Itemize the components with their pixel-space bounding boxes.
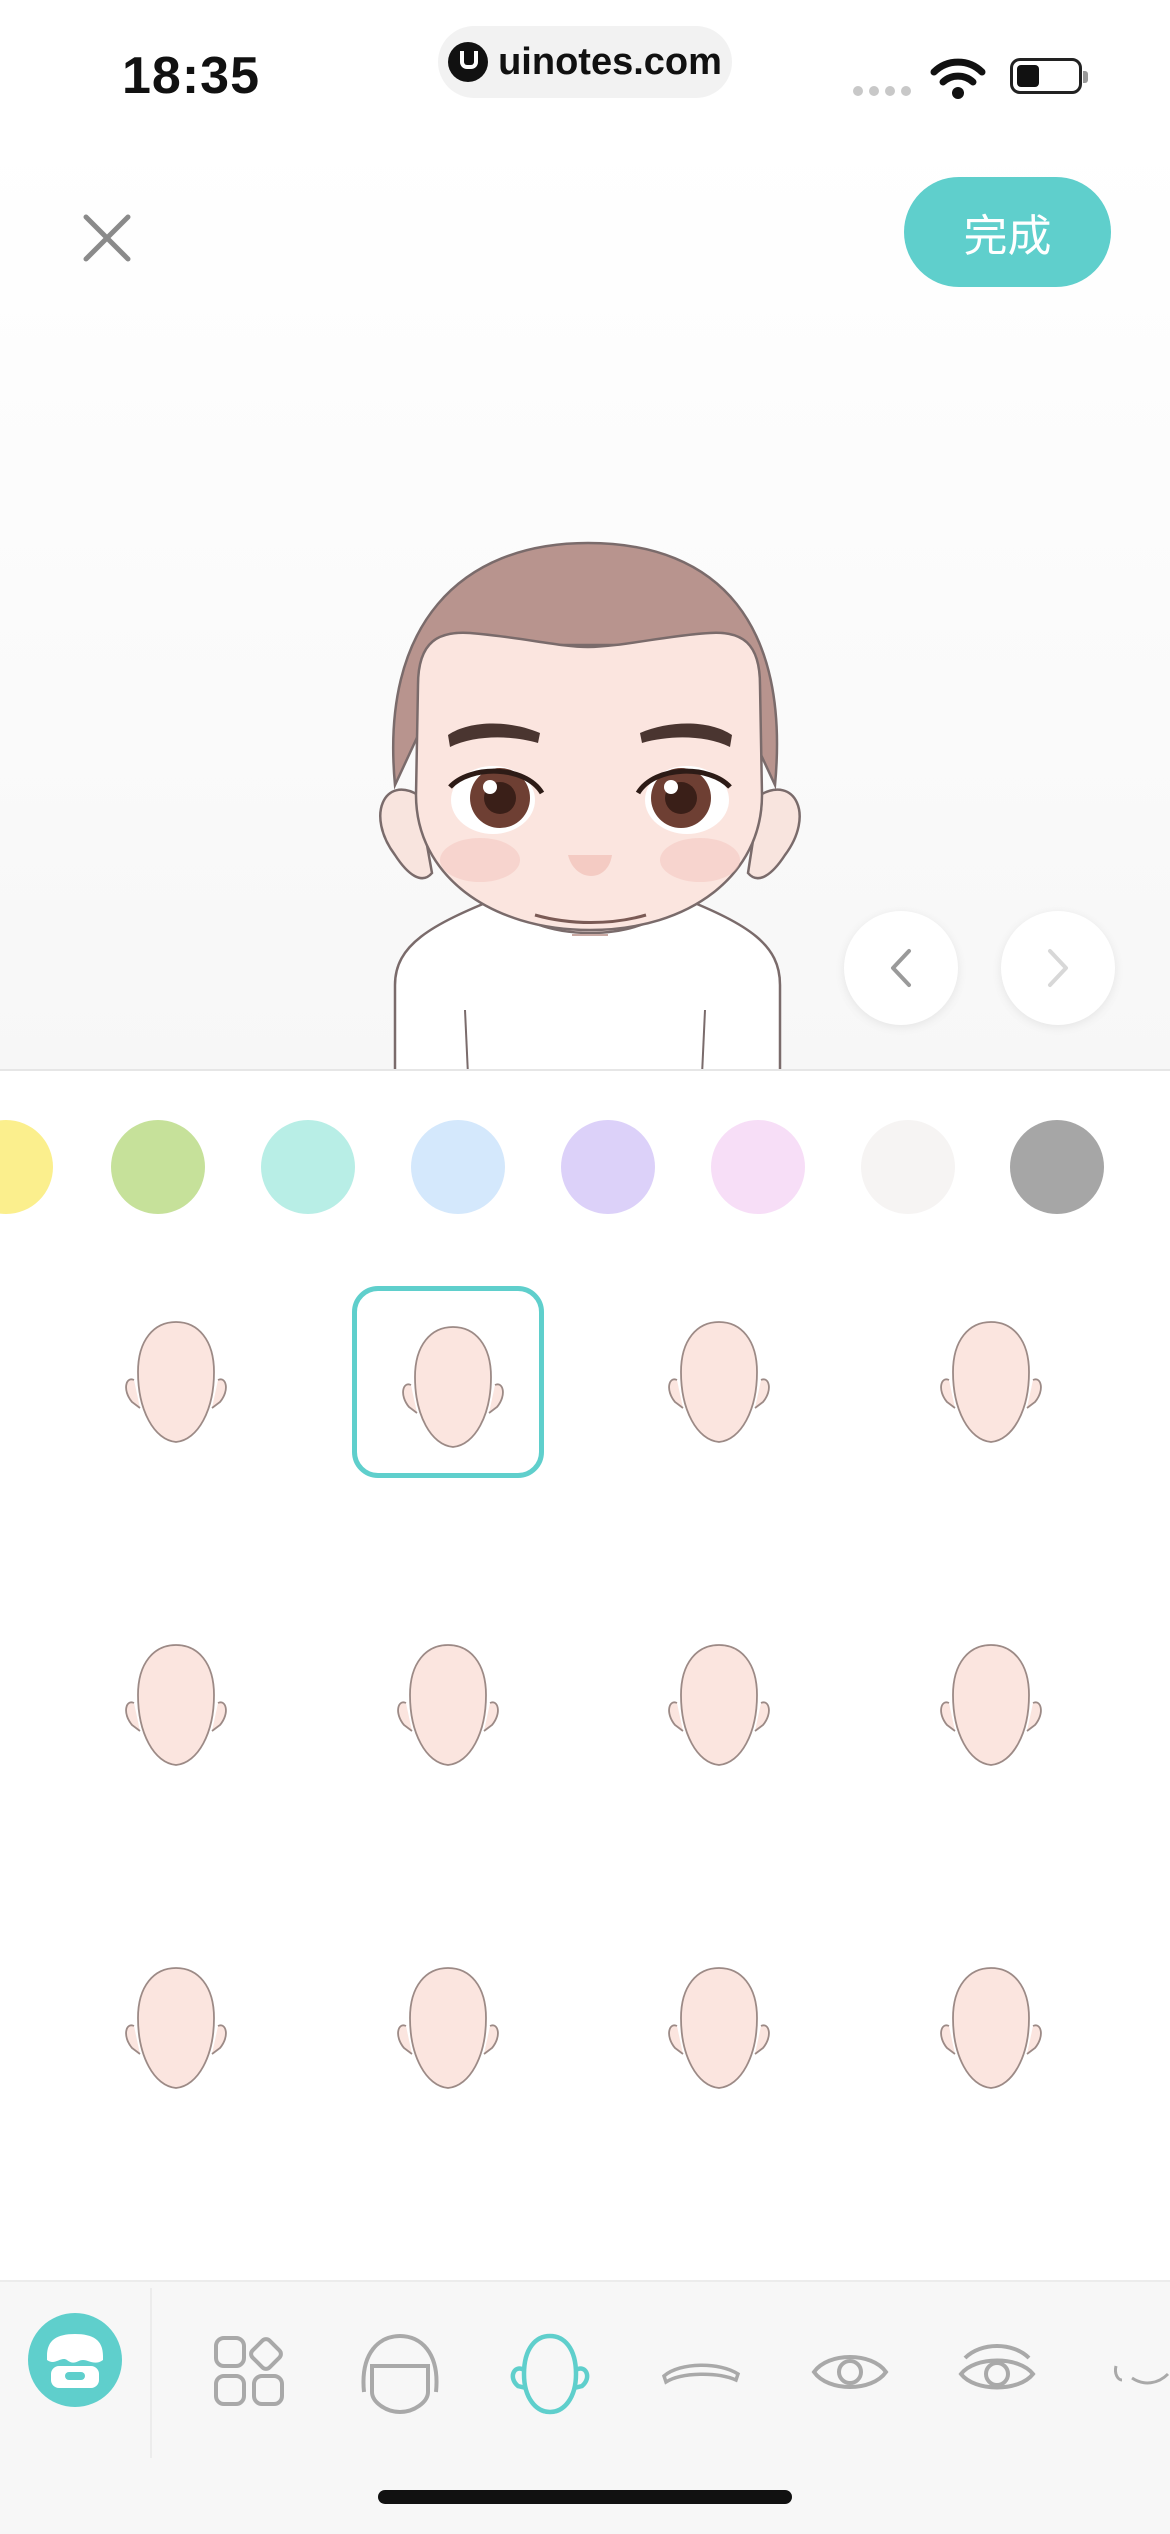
done-button[interactable]: 完成	[904, 177, 1111, 287]
face-shape-option[interactable]	[623, 1609, 815, 1801]
status-bar: 18:35 uinotes.com	[0, 0, 1170, 135]
url-text: uinotes.com	[498, 40, 722, 83]
face-shape-option[interactable]	[80, 1932, 272, 2124]
close-icon[interactable]	[72, 203, 142, 273]
avatar-store-icon[interactable]	[25, 2310, 125, 2410]
face-shape-option[interactable]	[80, 1286, 272, 1478]
color-swatch[interactable]	[711, 1120, 805, 1214]
face-shape-option[interactable]	[623, 1932, 815, 2124]
face-shape-option[interactable]	[352, 1609, 544, 1801]
face-shape-option[interactable]	[80, 1609, 272, 1801]
face-shape-icon[interactable]	[500, 2322, 600, 2422]
divider	[0, 1069, 1170, 1071]
face-shape-option-icon	[125, 1644, 227, 1766]
face-shape-option-icon	[668, 1967, 770, 2089]
home-indicator	[378, 2490, 792, 2504]
face-shape-option[interactable]	[895, 1609, 1087, 1801]
eye-detail-icon[interactable]	[947, 2322, 1047, 2422]
url-pill[interactable]: uinotes.com	[438, 26, 732, 98]
color-swatch[interactable]	[1010, 1120, 1104, 1214]
status-time: 18:35	[122, 47, 260, 105]
face-shape-option-icon	[940, 1967, 1042, 2089]
face-shape-option[interactable]	[623, 1286, 815, 1478]
chevron-right-icon	[1048, 949, 1068, 987]
avatar-preview: 完成	[0, 135, 1170, 1070]
face-shape-option[interactable]	[352, 1932, 544, 2124]
face-shape-option-icon	[402, 1326, 504, 1448]
face-shape-option[interactable]	[352, 1286, 544, 1478]
face-shape-option-icon	[940, 1644, 1042, 1766]
face-shape-option[interactable]	[895, 1286, 1087, 1478]
chevron-left-icon	[891, 949, 911, 987]
face-shape-option-icon	[397, 1644, 499, 1766]
hair-icon[interactable]	[350, 2322, 450, 2422]
face-shape-option-icon	[940, 1321, 1042, 1443]
cellular-signal-icon	[853, 86, 911, 96]
site-logo-icon	[448, 42, 489, 82]
color-swatch[interactable]	[261, 1120, 355, 1214]
face-shape-option-icon	[125, 1967, 227, 2089]
face-shape-option-icon	[668, 1644, 770, 1766]
next-button[interactable]	[1001, 911, 1115, 1025]
color-swatch[interactable]	[411, 1120, 505, 1214]
color-swatch[interactable]	[861, 1120, 955, 1214]
color-swatch[interactable]	[111, 1120, 205, 1214]
eyebrow-icon[interactable]	[650, 2322, 750, 2422]
face-shape-option-icon	[397, 1967, 499, 2089]
face-shape-option-icon	[668, 1321, 770, 1443]
color-swatch[interactable]	[0, 1120, 53, 1214]
eye-icon[interactable]	[800, 2322, 900, 2422]
battery-icon	[1010, 58, 1088, 94]
face-shape-option[interactable]	[895, 1932, 1087, 2124]
wifi-icon	[930, 58, 986, 99]
face-shape-option-icon	[125, 1321, 227, 1443]
categories-icon[interactable]	[200, 2322, 300, 2422]
toolbar-divider	[150, 2288, 152, 2458]
color-swatch[interactable]	[561, 1120, 655, 1214]
mouth-icon[interactable]	[1110, 2322, 1170, 2422]
previous-button[interactable]	[844, 911, 958, 1025]
avatar-illustration	[379, 541, 801, 1070]
